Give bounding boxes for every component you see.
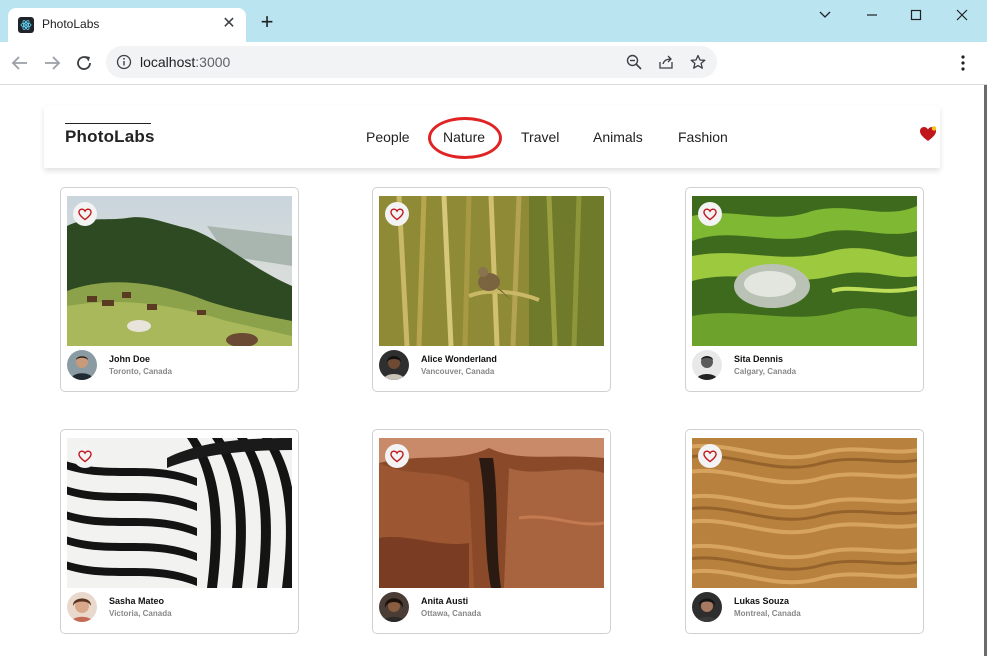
maximize-icon[interactable]: [901, 4, 931, 26]
photo-card[interactable]: Sita Dennis Calgary, Canada: [685, 187, 924, 392]
avatar: [67, 592, 97, 622]
new-tab-button[interactable]: +: [256, 11, 278, 34]
topic-travel[interactable]: Travel: [521, 129, 559, 145]
react-favicon-icon: [18, 17, 34, 33]
url-text[interactable]: localhost:3000: [140, 54, 230, 70]
like-heart-button[interactable]: [698, 444, 722, 468]
topic-people[interactable]: People: [366, 129, 410, 145]
photographer-name: John Doe: [109, 354, 151, 364]
photo-card[interactable]: Sasha Mateo Victoria, Canada: [60, 429, 299, 634]
nature-highlight-annotation: [428, 117, 502, 159]
photo-card[interactable]: John Doe Toronto, Canada: [60, 187, 299, 392]
browser-toolbar: localhost:3000: [0, 42, 987, 85]
photographer-location: Victoria, Canada: [109, 609, 172, 618]
photographer-location: Vancouver, Canada: [421, 367, 495, 376]
top-navigation-bar: PhotoLabs People Nature Travel Animals F…: [44, 106, 940, 168]
tab-close-icon[interactable]: ✕: [220, 15, 238, 33]
photographer-location: Montreal, Canada: [734, 609, 801, 618]
avatar: [379, 350, 409, 380]
bookmark-star-icon[interactable]: [688, 52, 708, 72]
browser-menu-icon[interactable]: [952, 52, 974, 74]
app-logo[interactable]: PhotoLabs: [65, 127, 155, 147]
share-icon[interactable]: [656, 52, 676, 72]
site-info-icon[interactable]: [116, 54, 132, 70]
like-heart-button[interactable]: [385, 202, 409, 226]
zoom-out-icon[interactable]: [624, 52, 644, 72]
photo-card[interactable]: Alice Wonderland Vancouver, Canada: [372, 187, 611, 392]
photo-image[interactable]: [67, 196, 292, 346]
close-window-icon[interactable]: [947, 4, 977, 26]
topic-fashion[interactable]: Fashion: [678, 129, 728, 145]
tab-title: PhotoLabs: [42, 17, 100, 31]
photographer-location: Ottawa, Canada: [421, 609, 482, 618]
like-heart-button[interactable]: [385, 444, 409, 468]
avatar: [692, 592, 722, 622]
photo-image[interactable]: [379, 438, 604, 588]
minimize-icon[interactable]: [857, 4, 887, 26]
favorites-heart-icon[interactable]: [919, 126, 937, 142]
photographer-location: Toronto, Canada: [109, 367, 172, 376]
browser-titlebar: PhotoLabs ✕ +: [0, 0, 987, 42]
url-host: localhost: [140, 54, 196, 70]
back-arrow-icon[interactable]: [8, 51, 32, 75]
forward-arrow-icon[interactable]: [40, 51, 64, 75]
topic-animals[interactable]: Animals: [593, 129, 643, 145]
photographer-name: Alice Wonderland: [421, 354, 497, 364]
photographer-name: Anita Austi: [421, 596, 469, 606]
photo-image[interactable]: [692, 196, 917, 346]
avatar: [379, 592, 409, 622]
photo-image[interactable]: [692, 438, 917, 588]
tab-search-icon[interactable]: [810, 4, 840, 26]
photo-image[interactable]: [67, 438, 292, 588]
logo-overline: [65, 123, 151, 124]
photographer-location: Calgary, Canada: [734, 367, 797, 376]
like-heart-button[interactable]: [73, 444, 97, 468]
like-heart-button[interactable]: [698, 202, 722, 226]
photo-card[interactable]: Anita Austi Ottawa, Canada: [372, 429, 611, 634]
photo-card[interactable]: Lukas Souza Montreal, Canada: [685, 429, 924, 634]
browser-tab[interactable]: PhotoLabs ✕: [8, 8, 246, 42]
avatar: [692, 350, 722, 380]
address-bar[interactable]: localhost:3000: [106, 46, 717, 78]
reload-icon[interactable]: [72, 51, 96, 75]
photographer-name: Lukas Souza: [734, 596, 790, 606]
like-heart-button[interactable]: [73, 202, 97, 226]
url-port: :3000: [195, 54, 231, 70]
photo-image[interactable]: [379, 196, 604, 346]
photographer-name: Sasha Mateo: [109, 596, 165, 606]
avatar: [67, 350, 97, 380]
photographer-name: Sita Dennis: [734, 354, 784, 364]
